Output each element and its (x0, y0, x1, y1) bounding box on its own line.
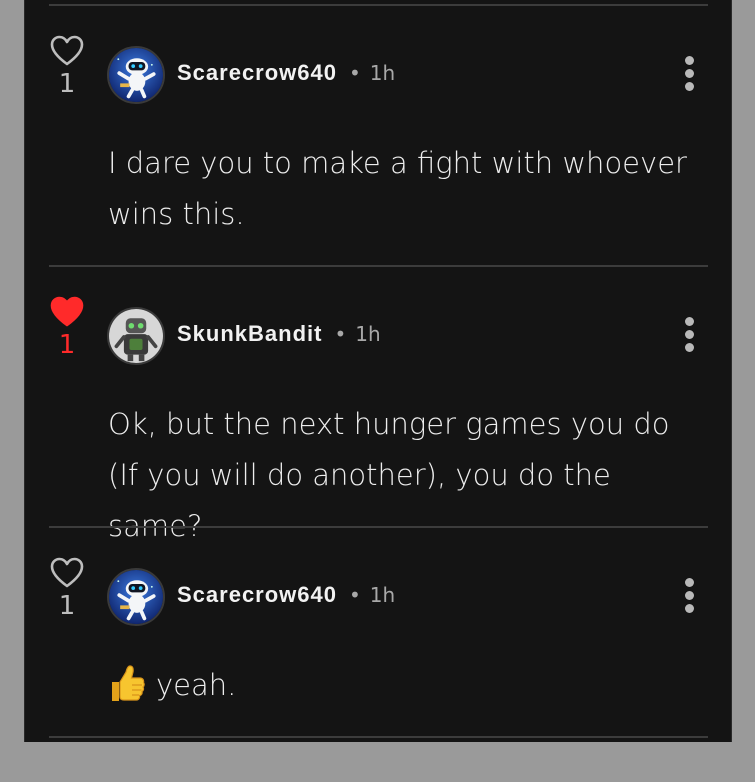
avatar[interactable] (107, 46, 165, 104)
comment-body: I dare you to make a fight with whoever … (108, 146, 687, 231)
separator-dot: • (349, 583, 361, 607)
robot-avatar-blue-icon (109, 570, 163, 624)
timestamp: 1h (369, 61, 396, 85)
divider (49, 736, 708, 738)
robot-avatar-grey-icon (109, 309, 163, 363)
timestamp: 1h (369, 583, 396, 607)
avatar[interactable] (107, 307, 165, 365)
comment-meta: SkunkBandit • 1h (177, 321, 381, 347)
heart-outline-icon[interactable] (50, 35, 84, 67)
comment-meta: Scarecrow640 • 1h (177, 582, 395, 608)
like-button[interactable]: 1 (49, 557, 85, 621)
comment-text: yeah. (108, 660, 698, 711)
more-options-icon[interactable] (679, 578, 699, 618)
like-button[interactable]: 1 (49, 35, 85, 99)
like-count: 1 (58, 330, 76, 360)
comment: 1 SkunkBandit • 1h Ok, but the next hung… (25, 261, 733, 543)
robot-avatar-blue-icon (109, 48, 163, 102)
comment-thread: 1 Scarecrow640 • 1h I dare you to make a… (24, 0, 732, 742)
more-options-icon[interactable] (679, 56, 699, 96)
username[interactable]: Scarecrow640 (177, 60, 337, 86)
heart-filled-icon[interactable] (50, 296, 84, 328)
timestamp: 1h (355, 322, 381, 346)
separator-dot: • (349, 61, 361, 85)
username[interactable]: Scarecrow640 (177, 582, 337, 608)
avatar[interactable] (107, 568, 165, 626)
like-count: 1 (58, 69, 76, 99)
username[interactable]: SkunkBandit (177, 321, 322, 347)
comment-text: I dare you to make a fight with whoever … (108, 138, 698, 240)
heart-outline-icon[interactable] (50, 557, 84, 589)
comment-body: yeah. (156, 668, 237, 702)
comment: 1 Scarecrow640 • (25, 522, 733, 782)
like-button[interactable]: 1 (49, 296, 85, 360)
more-options-icon[interactable] (679, 317, 699, 357)
comment-meta: Scarecrow640 • 1h (177, 60, 395, 86)
separator-dot: • (334, 322, 347, 346)
like-count: 1 (58, 591, 76, 621)
thumbs-up-emoji-icon (112, 665, 145, 701)
comment: 1 Scarecrow640 • (25, 0, 733, 260)
